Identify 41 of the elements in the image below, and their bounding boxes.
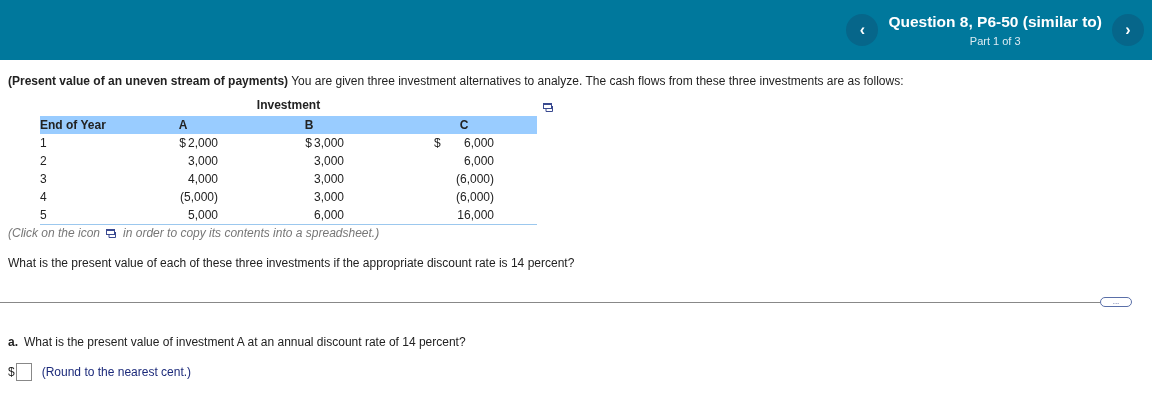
copy-note: in order to copy its contents into a spreadsheet.)	[123, 226, 380, 240]
column-header: End of Year	[40, 118, 106, 132]
problem-intro: (Present value of an uneven stream of payments) You are given three investment alternatives to analyze. The cash flows from these three investments are as follows:	[8, 74, 905, 88]
table-caption: Investment	[256, 98, 321, 112]
next-button[interactable]: ›	[1112, 14, 1144, 46]
column-header: C	[459, 118, 469, 132]
table-cell: 3,000	[313, 154, 344, 168]
table-cell: 5,000	[187, 208, 218, 222]
table-cell: 1	[40, 136, 47, 150]
rounding-hint: (Round to the nearest cent.)	[41, 365, 192, 379]
table-cell-text: (6,000)	[454, 172, 494, 186]
table-cell-text: (6,000)	[454, 190, 494, 204]
column-header: B	[304, 118, 314, 132]
question-title: Question 8, P6-50 (similar to)	[888, 13, 1102, 31]
table-cell-text: 6,000	[462, 154, 494, 168]
table-cell: 4	[40, 190, 47, 204]
column-header: A	[178, 118, 188, 132]
answer-field[interactable]	[15, 363, 32, 381]
table-cell: (5,000)	[179, 190, 218, 204]
more-button[interactable]: ...	[1100, 297, 1132, 307]
table-cell: 2	[40, 154, 47, 168]
currency-sign: $	[8, 365, 15, 379]
part-indicator: Part 1 of 3	[969, 35, 1021, 47]
part-question: What is the present value of investment A at an annual discount rate of 14 percent?	[24, 335, 466, 349]
table-cell: 3	[40, 172, 47, 186]
previous-button[interactable]: ‹	[846, 14, 879, 46]
table-cell: 6,000	[313, 208, 344, 222]
copy-icon[interactable]	[106, 228, 118, 238]
table-cell: 5	[40, 208, 47, 222]
part-label: a.	[8, 335, 18, 349]
copy-note: (Click on the icon	[8, 226, 101, 240]
table-cell: $ 6,000	[434, 136, 494, 150]
question-text: What is the present value of each of these three investments if the appropriate discount rate is 14 percent?	[8, 256, 576, 270]
table-cell: 3,000	[313, 172, 344, 186]
table-cell: $ 3,000	[305, 136, 344, 150]
table-cell: 3,000	[313, 190, 344, 204]
table-cell-text: 16,000	[456, 208, 494, 222]
copy-icon[interactable]	[543, 103, 554, 112]
table-cell: 3,000	[187, 154, 218, 168]
table-cell: 4,000	[187, 172, 218, 186]
table-cell: $ 2,000	[179, 136, 218, 150]
